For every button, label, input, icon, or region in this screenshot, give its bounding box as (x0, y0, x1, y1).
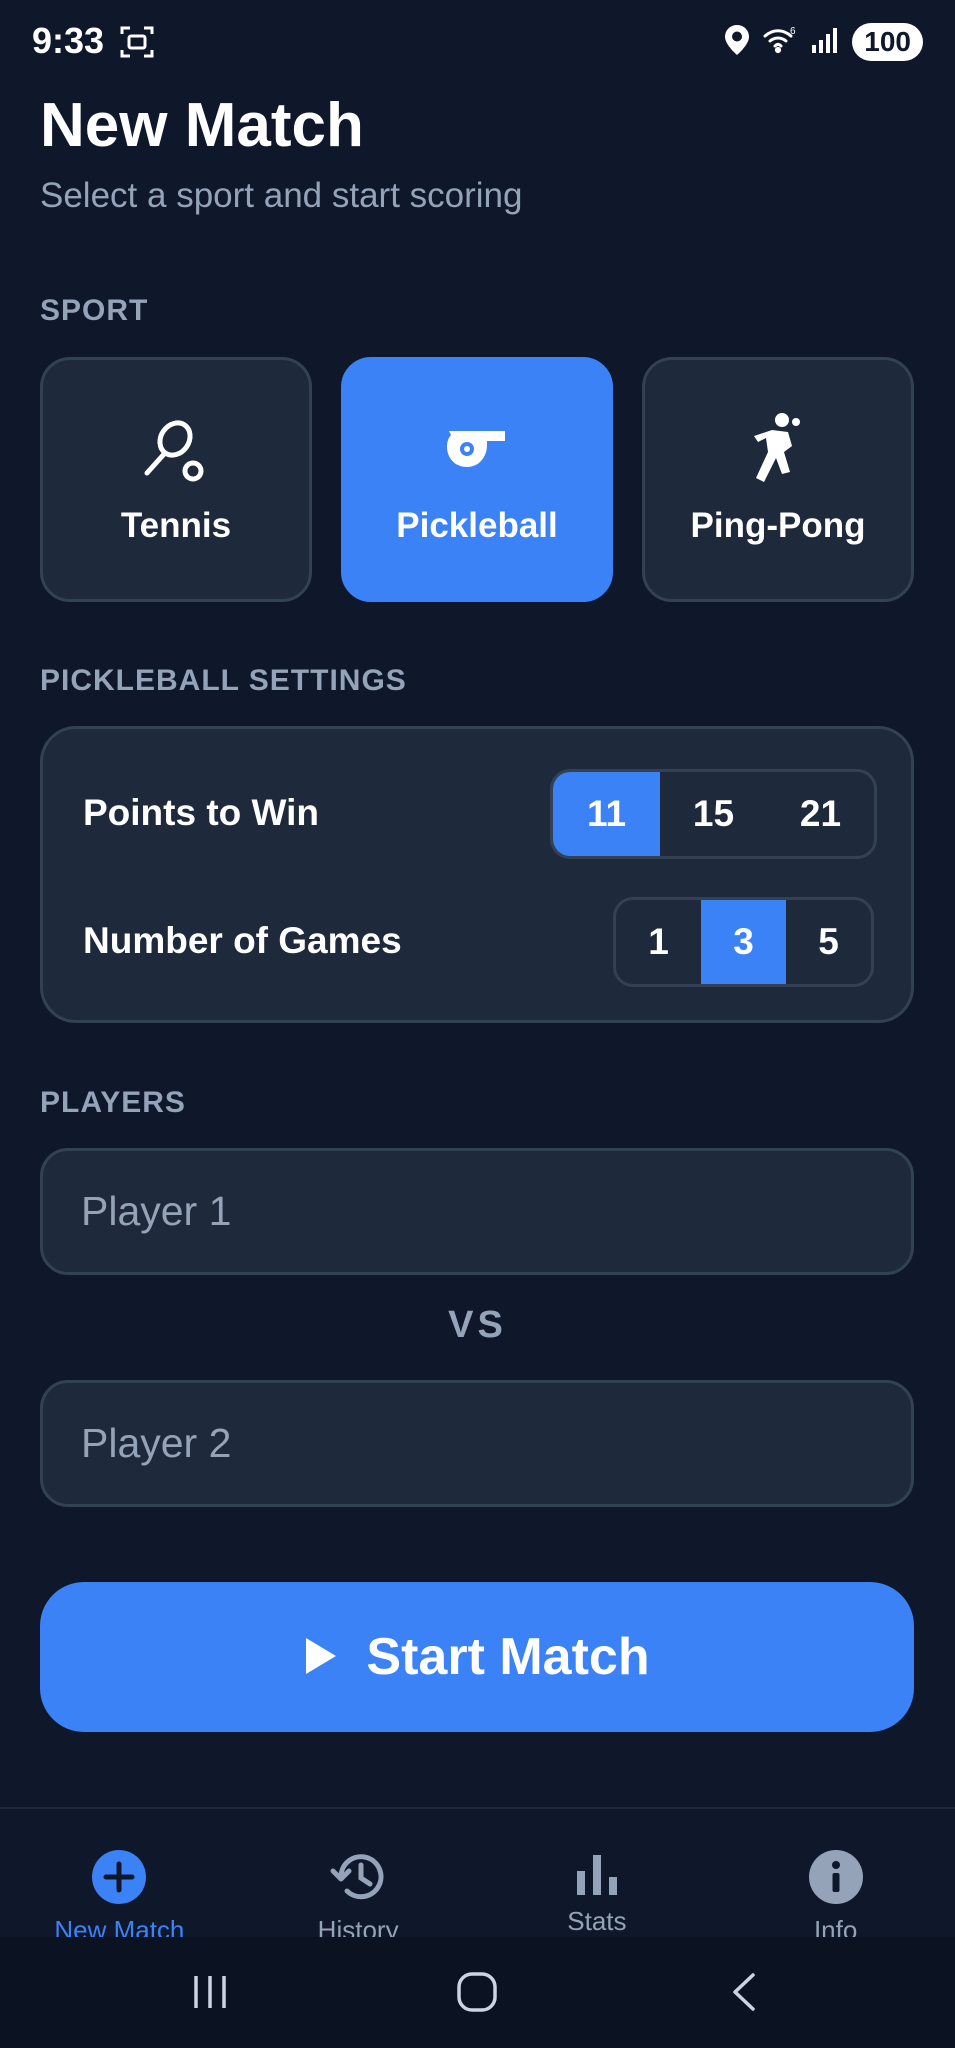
nav-item-stats[interactable]: Stats (478, 1809, 717, 1937)
points-to-win-selector: 11 15 21 (550, 769, 877, 859)
sport-option-pickleball[interactable]: Pickleball (341, 357, 613, 602)
games-option-1[interactable]: 1 (616, 900, 701, 984)
history-icon (329, 1849, 387, 1905)
games-option-5[interactable]: 5 (786, 900, 871, 984)
nav-item-history[interactable]: History (239, 1809, 478, 1945)
settings-card: Points to Win 11 15 21 Number of Games 1… (40, 726, 914, 1023)
sport-option-tennis[interactable]: Tennis (40, 357, 312, 602)
system-nav-bar (0, 1937, 955, 2048)
games-option-3[interactable]: 3 (701, 900, 786, 984)
page-title: New Match (40, 91, 364, 160)
start-match-button[interactable]: Start Match (40, 1582, 914, 1732)
player-1-input[interactable] (40, 1148, 914, 1275)
back-icon[interactable] (714, 1967, 774, 2017)
sport-section-label: SPORT (40, 294, 149, 327)
nav-item-info[interactable]: Info (716, 1809, 955, 1945)
settings-section-label: PICKLEBALL SETTINGS (40, 664, 407, 697)
points-option-15[interactable]: 15 (660, 772, 767, 856)
nav-item-new-match[interactable]: New Match (0, 1809, 239, 1945)
nav-label: Stats (567, 1906, 627, 1936)
play-icon (304, 1636, 338, 1679)
wifi-icon: 6 (762, 25, 798, 60)
home-icon[interactable] (447, 1967, 507, 2017)
svg-text:6: 6 (790, 26, 796, 37)
sport-option-ping-pong[interactable]: Ping-Pong (642, 357, 914, 602)
sport-name: Tennis (120, 506, 232, 545)
status-icons: 6 100 (724, 22, 923, 62)
screen-capture-icon (120, 24, 154, 60)
plus-circle-icon (90, 1849, 148, 1905)
location-icon (724, 24, 750, 61)
status-bar: 9:33 6 100 (0, 0, 955, 84)
ping-pong-player-icon (738, 410, 818, 490)
status-time: 9:33 (32, 20, 105, 61)
info-icon (807, 1849, 865, 1905)
points-option-21[interactable]: 21 (767, 772, 874, 856)
player-2-input[interactable] (40, 1380, 914, 1507)
points-to-win-label: Points to Win (83, 792, 320, 833)
players-section-label: PLAYERS (40, 1086, 186, 1119)
points-option-11[interactable]: 11 (553, 772, 660, 856)
sport-name: Pickleball (396, 506, 558, 545)
sport-name: Ping-Pong (690, 506, 866, 545)
vs-label: VS (448, 1304, 507, 1346)
signal-icon (810, 25, 840, 60)
bottom-nav: New Match History Stats Info (0, 1807, 955, 1945)
start-match-label: Start Match (366, 1628, 650, 1686)
battery-indicator: 100 (852, 23, 923, 61)
whistle-icon (437, 410, 517, 490)
tennis-racket-icon (136, 410, 216, 490)
number-of-games-selector: 1 3 5 (613, 897, 874, 987)
bar-chart-icon (568, 1849, 626, 1896)
recent-apps-icon[interactable] (180, 1967, 240, 2017)
page-subtitle: Select a sport and start scoring (40, 176, 523, 215)
number-of-games-label: Number of Games (83, 920, 402, 961)
